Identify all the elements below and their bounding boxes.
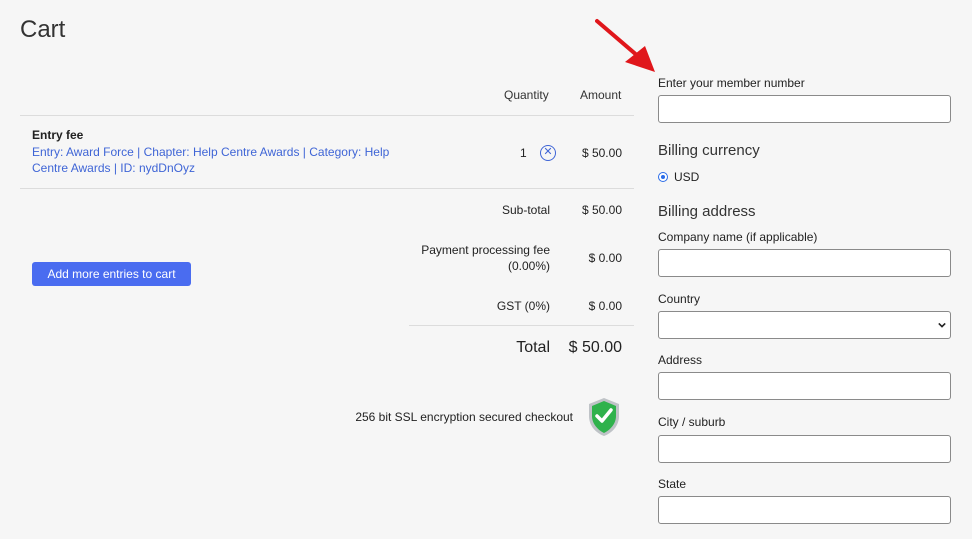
city-input[interactable] <box>658 435 951 463</box>
chevron-down-icon <box>938 322 946 328</box>
divider <box>409 325 634 326</box>
country-label: Country <box>658 292 701 306</box>
processing-fee-value: $ 0.00 <box>588 251 622 265</box>
billing-address-heading: Billing address <box>658 203 756 220</box>
cart-item-amount: $ 50.00 <box>581 146 622 160</box>
page-title: Cart <box>20 16 66 43</box>
amount-column-header: Amount <box>580 88 622 102</box>
address-label: Address <box>658 353 703 367</box>
annotation-arrow-icon <box>595 19 655 72</box>
shield-check-icon <box>589 398 619 436</box>
state-input[interactable] <box>658 496 951 524</box>
member-number-label: Enter your member number <box>658 76 805 90</box>
gst-value: $ 0.00 <box>588 299 622 313</box>
ssl-secured-text: 256 bit SSL encryption secured checkout <box>355 410 573 424</box>
city-label: City / suburb <box>658 415 726 429</box>
cart-item-quantity: 1 <box>520 146 527 160</box>
member-number-input[interactable] <box>658 95 951 123</box>
currency-option-label: USD <box>674 170 700 184</box>
subtotal-value: $ 50.00 <box>581 203 622 217</box>
cart-item-title: Entry fee <box>32 128 84 142</box>
state-label: State <box>658 477 687 491</box>
company-name-input[interactable] <box>658 249 951 277</box>
add-more-entries-button[interactable]: Add more entries to cart <box>32 262 191 286</box>
processing-fee-label: Payment processing fee (0.00%) <box>390 242 550 274</box>
address-input[interactable] <box>658 372 951 400</box>
subtotal-label: Sub-total <box>501 203 550 217</box>
divider <box>20 115 634 116</box>
quantity-column-header: Quantity <box>504 88 549 102</box>
divider <box>20 188 634 189</box>
total-label: Total <box>516 339 550 356</box>
billing-currency-heading: Billing currency <box>658 142 760 159</box>
currency-radio-usd[interactable] <box>658 172 668 182</box>
total-value: $ 50.00 <box>568 339 622 356</box>
gst-label: GST (0%) <box>496 299 550 313</box>
cart-item-link[interactable]: Entry: Award Force | Chapter: Help Centr… <box>32 144 412 176</box>
country-select[interactable] <box>658 311 951 339</box>
processing-fee-label-text: Payment processing fee (0.00%) <box>421 243 550 273</box>
company-name-label: Company name (if applicable) <box>658 230 818 244</box>
